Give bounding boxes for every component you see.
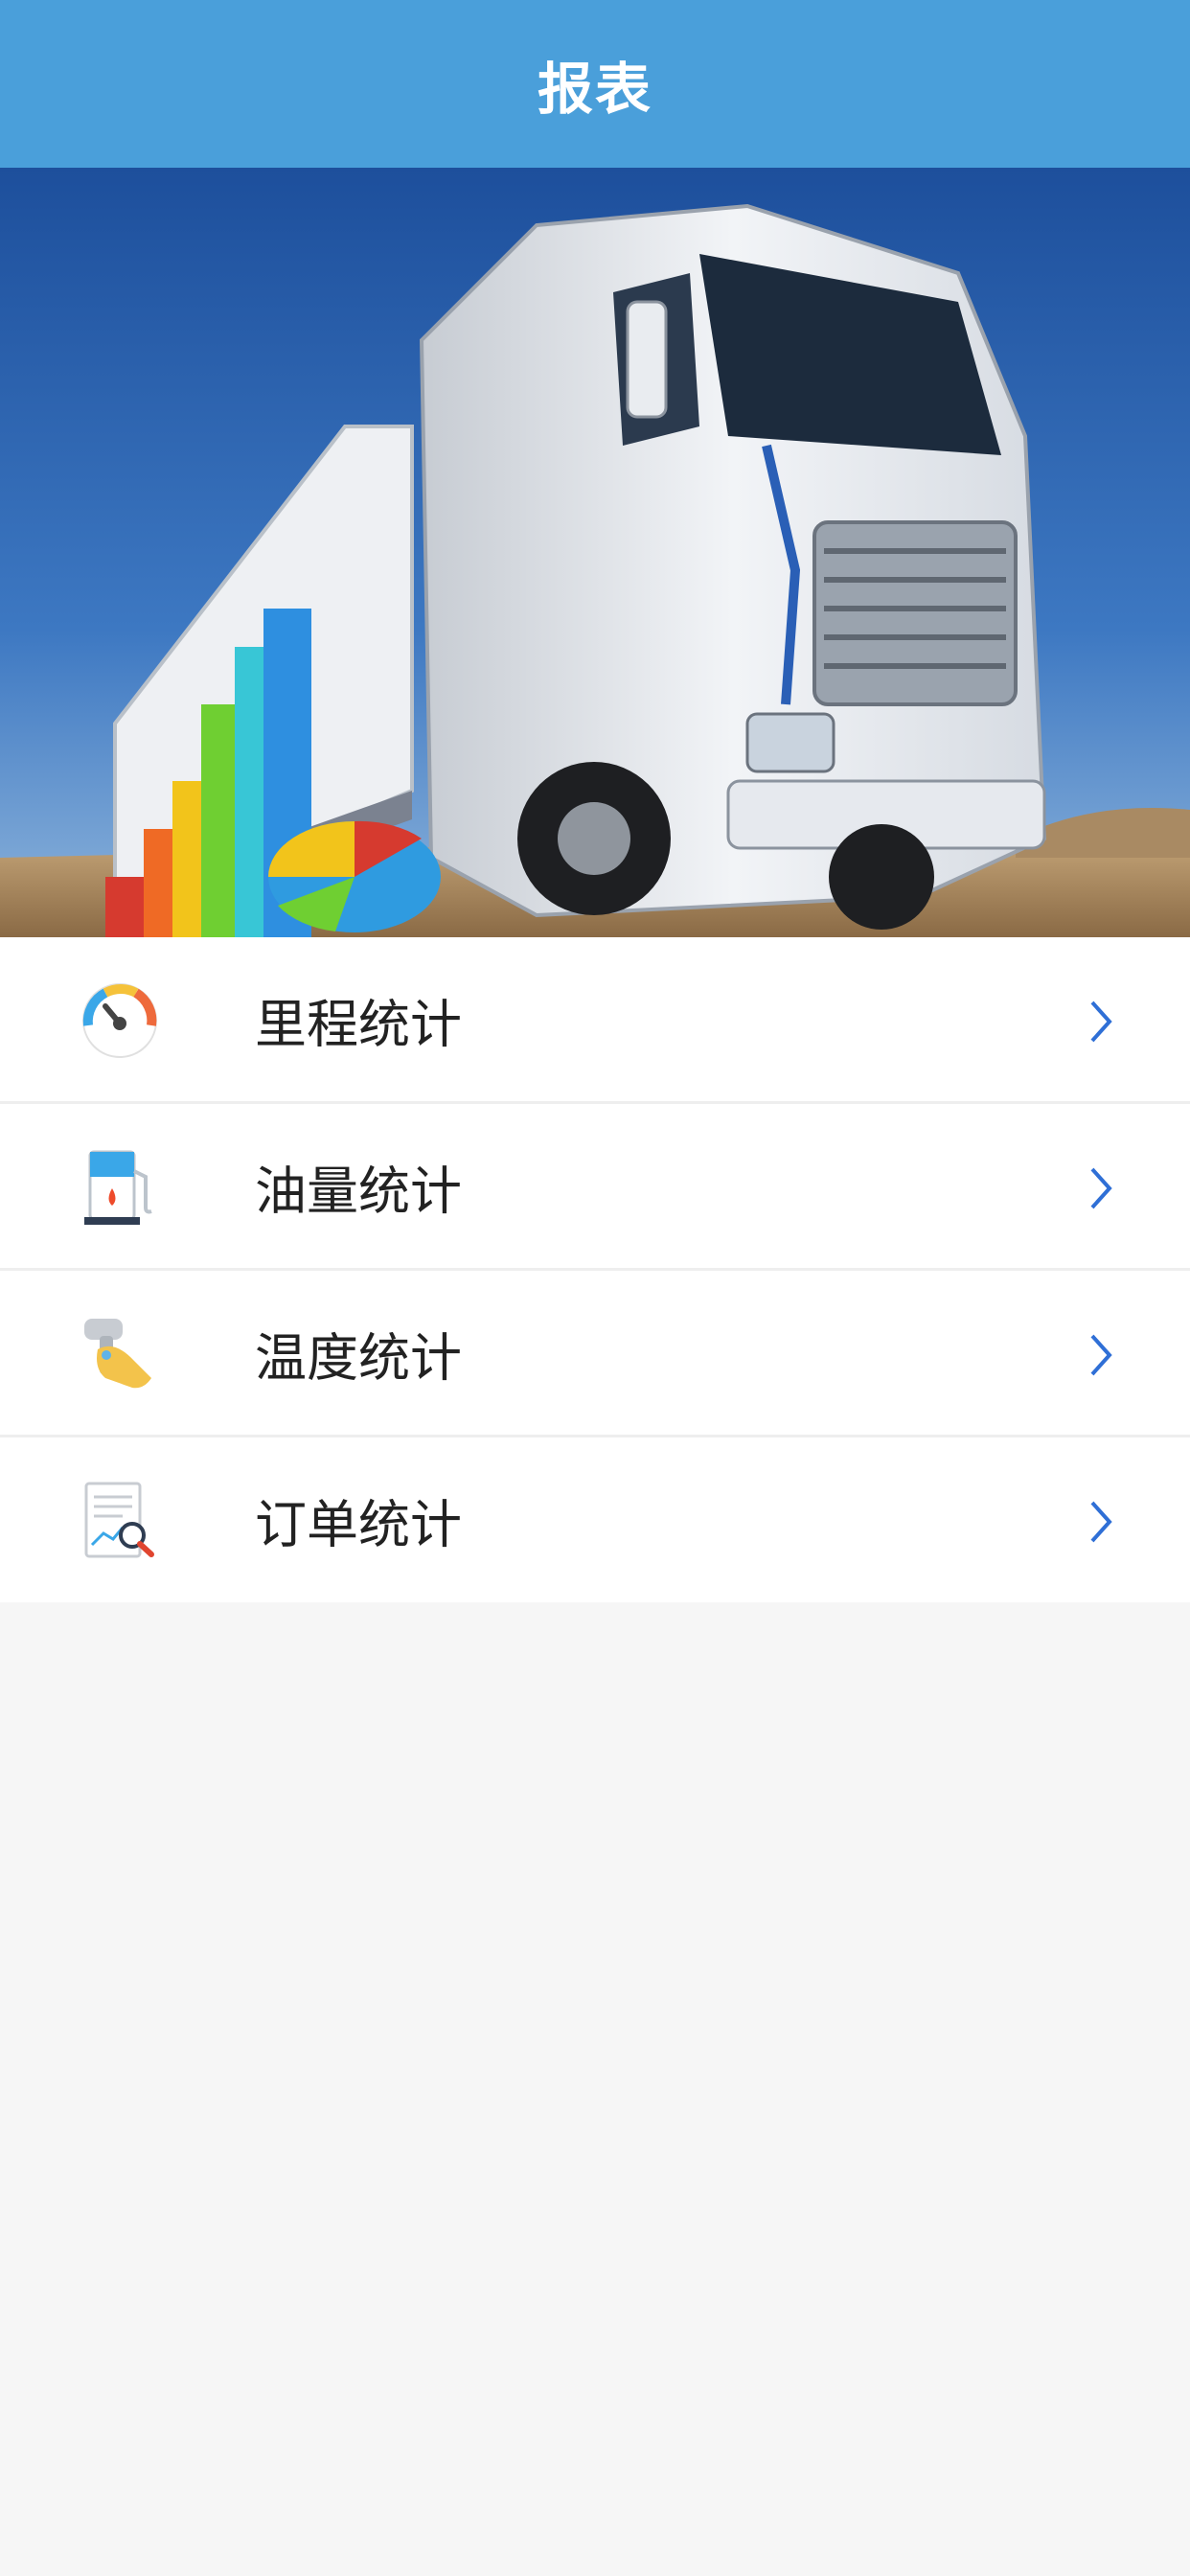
banner-image	[0, 168, 1190, 937]
menu-item-mileage-stats[interactable]: 里程统计	[0, 937, 1190, 1104]
chevron-right-icon	[1090, 1167, 1112, 1209]
fuel-pump-icon	[84, 1150, 152, 1225]
speedometer-icon	[82, 983, 157, 1058]
menu-item-label: 温度统计	[255, 1327, 462, 1388]
navigation-bar: 报表	[0, 0, 1190, 168]
page-title: 报表	[537, 56, 652, 122]
menu-item-order-stats[interactable]: 订单统计	[0, 1438, 1190, 1602]
menu-item-label: 里程统计	[255, 994, 462, 1054]
chevron-right-icon	[1090, 1501, 1112, 1543]
report-menu-list: 里程统计 油量统计 温度统计 订单统计	[0, 937, 1190, 1602]
menu-item-label: 订单统计	[255, 1494, 462, 1555]
order-report-icon	[84, 1482, 154, 1558]
chevron-right-icon	[1090, 1334, 1112, 1376]
chevron-right-icon	[1090, 1000, 1112, 1043]
menu-item-temperature-stats[interactable]: 温度统计	[0, 1271, 1190, 1438]
menu-item-label: 油量统计	[255, 1161, 462, 1221]
truck-banner-illustration	[0, 168, 1190, 937]
menu-item-fuel-stats[interactable]: 油量统计	[0, 1104, 1190, 1271]
thermometer-gun-icon	[84, 1319, 151, 1389]
